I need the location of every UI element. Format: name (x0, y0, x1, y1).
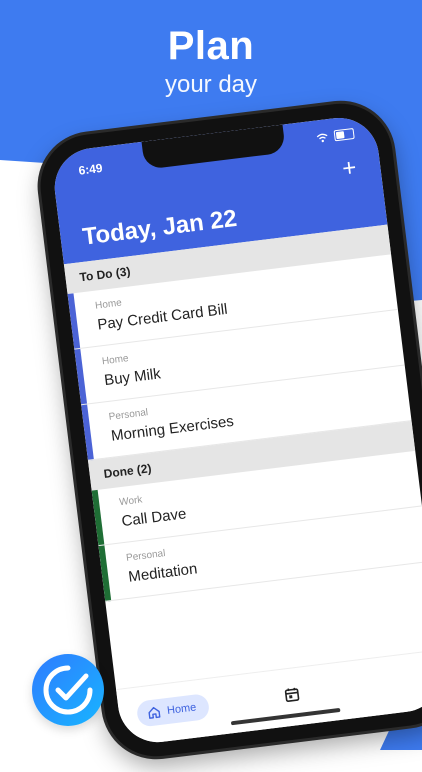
task-title: Buy Milk (103, 365, 161, 389)
task-category: Personal (108, 407, 149, 423)
task-category: Work (119, 495, 143, 509)
hero-subtitle: your day (0, 70, 422, 100)
status-time: 6:49 (78, 161, 104, 178)
nav-home-label: Home (166, 701, 197, 716)
task-category: Home (101, 353, 129, 367)
task-title: Call Dave (121, 505, 188, 530)
bottom-nav: Home (116, 649, 422, 746)
checkmark-circle-icon (42, 664, 94, 716)
home-icon (146, 705, 162, 721)
status-icons (316, 128, 355, 144)
battery-icon (334, 128, 355, 141)
hero-title: Plan (0, 24, 422, 68)
task-category: Home (95, 298, 123, 312)
nav-home-tab[interactable]: Home (136, 693, 211, 728)
add-task-button[interactable]: + (341, 156, 358, 182)
wifi-icon (316, 132, 329, 143)
calendar-icon[interactable] (283, 686, 301, 704)
task-title: Meditation (127, 560, 198, 585)
app-logo-badge (32, 654, 104, 726)
task-category: Personal (126, 548, 167, 564)
hero-heading: Plan your day (0, 24, 422, 100)
app-screen: 6:49 + Today, Jan 22 To Do (3) Home Pay … (50, 113, 422, 746)
